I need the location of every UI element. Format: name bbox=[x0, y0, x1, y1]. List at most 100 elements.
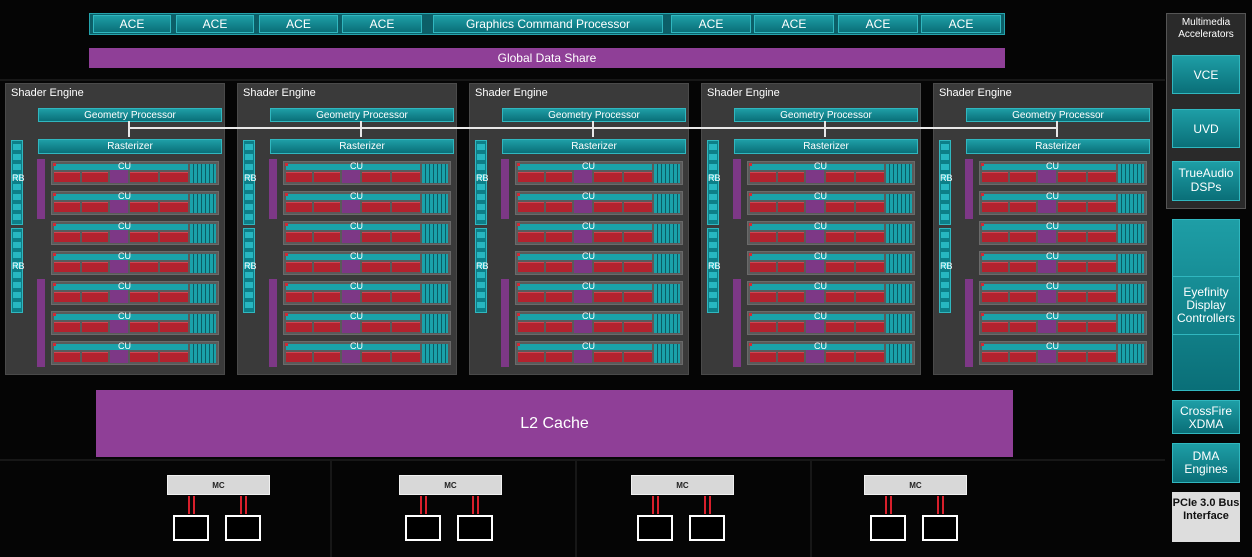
ace-block: ACE bbox=[93, 15, 171, 33]
rb-label: RB bbox=[244, 173, 257, 183]
cu-label: CU bbox=[118, 191, 131, 201]
cu-marker bbox=[53, 223, 56, 226]
simd-unit bbox=[392, 352, 420, 362]
cu-local-share bbox=[342, 170, 360, 183]
simd-unit bbox=[160, 232, 188, 242]
rb-cell bbox=[13, 242, 21, 248]
rb-cell bbox=[245, 272, 253, 278]
simd-unit bbox=[286, 202, 312, 212]
compute-unit: CU bbox=[515, 161, 683, 185]
simd-unit bbox=[1010, 352, 1036, 362]
cu-label: CU bbox=[350, 311, 363, 321]
cu-label: CU bbox=[118, 341, 131, 351]
cu-cache bbox=[886, 164, 912, 183]
cu-label: CU bbox=[350, 191, 363, 201]
simd-unit bbox=[362, 172, 390, 182]
geometry-processor: Geometry Processor bbox=[502, 108, 686, 122]
geometry-processor: Geometry Processor bbox=[966, 108, 1150, 122]
cu-local-share bbox=[574, 230, 592, 243]
simd-unit bbox=[1088, 172, 1116, 182]
simd-unit bbox=[624, 232, 652, 242]
shader-engine-title: Shader Engine bbox=[707, 87, 780, 99]
compute-unit: CU bbox=[283, 251, 451, 275]
simd-unit bbox=[286, 292, 312, 302]
rb-label: RB bbox=[476, 261, 489, 271]
compute-unit: CU bbox=[515, 281, 683, 305]
cu-cache bbox=[654, 344, 680, 363]
memory-chip bbox=[870, 515, 906, 541]
simd-unit bbox=[392, 322, 420, 332]
simd-unit bbox=[594, 352, 622, 362]
uvd-block: UVD bbox=[1172, 109, 1240, 148]
rb-cell bbox=[941, 154, 949, 160]
cu-marker bbox=[517, 253, 520, 256]
rb-cell bbox=[245, 252, 253, 258]
simd-unit bbox=[82, 292, 108, 302]
simd-unit bbox=[624, 172, 652, 182]
memory-chip bbox=[457, 515, 493, 541]
rb-cell bbox=[477, 252, 485, 258]
compute-unit: CU bbox=[283, 311, 451, 335]
ace-block: ACE bbox=[671, 15, 751, 33]
compute-unit: CU bbox=[283, 281, 451, 305]
simd-unit bbox=[594, 172, 622, 182]
rb-cell bbox=[13, 184, 21, 190]
simd-unit bbox=[750, 262, 776, 272]
simd-unit bbox=[594, 262, 622, 272]
rb-cell bbox=[477, 282, 485, 288]
cu-cache bbox=[1118, 224, 1144, 243]
cu-local-share bbox=[110, 350, 128, 363]
cu-label: CU bbox=[1046, 341, 1059, 351]
simd-unit bbox=[546, 262, 572, 272]
simd-unit bbox=[130, 172, 158, 182]
simd-unit bbox=[982, 262, 1008, 272]
simd-unit bbox=[130, 292, 158, 302]
trueaudio-block: TrueAudio DSPs bbox=[1172, 161, 1240, 201]
local-data-share-bar bbox=[965, 159, 973, 219]
simd-unit bbox=[130, 352, 158, 362]
cu-local-share bbox=[806, 200, 824, 213]
simd-unit bbox=[362, 352, 390, 362]
local-data-share-bar bbox=[501, 279, 509, 367]
simd-unit bbox=[362, 262, 390, 272]
simd-unit bbox=[82, 172, 108, 182]
memory-arrow bbox=[477, 496, 479, 514]
ace-block: ACE bbox=[259, 15, 338, 33]
simd-unit bbox=[362, 292, 390, 302]
simd-unit bbox=[594, 202, 622, 212]
geometry-connector bbox=[592, 121, 594, 137]
simd-unit bbox=[1058, 172, 1086, 182]
rb-cell bbox=[477, 214, 485, 220]
compute-unit: CU bbox=[979, 191, 1147, 215]
local-data-share-bar bbox=[733, 279, 741, 367]
rb-cell bbox=[477, 144, 485, 150]
cu-marker bbox=[517, 223, 520, 226]
cu-label: CU bbox=[118, 251, 131, 261]
cu-cache bbox=[886, 224, 912, 243]
vce-block: VCE bbox=[1172, 55, 1240, 94]
compute-unit: CU bbox=[979, 161, 1147, 185]
cu-marker bbox=[981, 343, 984, 346]
compute-unit: CU bbox=[51, 281, 219, 305]
rb-cell bbox=[477, 194, 485, 200]
compute-unit: CU bbox=[283, 191, 451, 215]
simd-unit bbox=[54, 352, 80, 362]
compute-unit: CU bbox=[515, 311, 683, 335]
simd-unit bbox=[130, 262, 158, 272]
cu-local-share bbox=[574, 260, 592, 273]
rb-cell bbox=[13, 232, 21, 238]
simd-unit bbox=[594, 292, 622, 302]
local-data-share-bar bbox=[37, 279, 45, 367]
cu-cache bbox=[886, 254, 912, 273]
simd-unit bbox=[314, 202, 340, 212]
cu-label: CU bbox=[118, 221, 131, 231]
rb-cell bbox=[477, 302, 485, 308]
rb-cell bbox=[245, 232, 253, 238]
cu-local-share bbox=[574, 290, 592, 303]
simd-unit bbox=[1010, 322, 1036, 332]
cu-marker bbox=[285, 313, 288, 316]
cu-cache bbox=[190, 344, 216, 363]
simd-unit bbox=[546, 322, 572, 332]
cu-label: CU bbox=[582, 221, 595, 231]
cu-cache bbox=[1118, 164, 1144, 183]
